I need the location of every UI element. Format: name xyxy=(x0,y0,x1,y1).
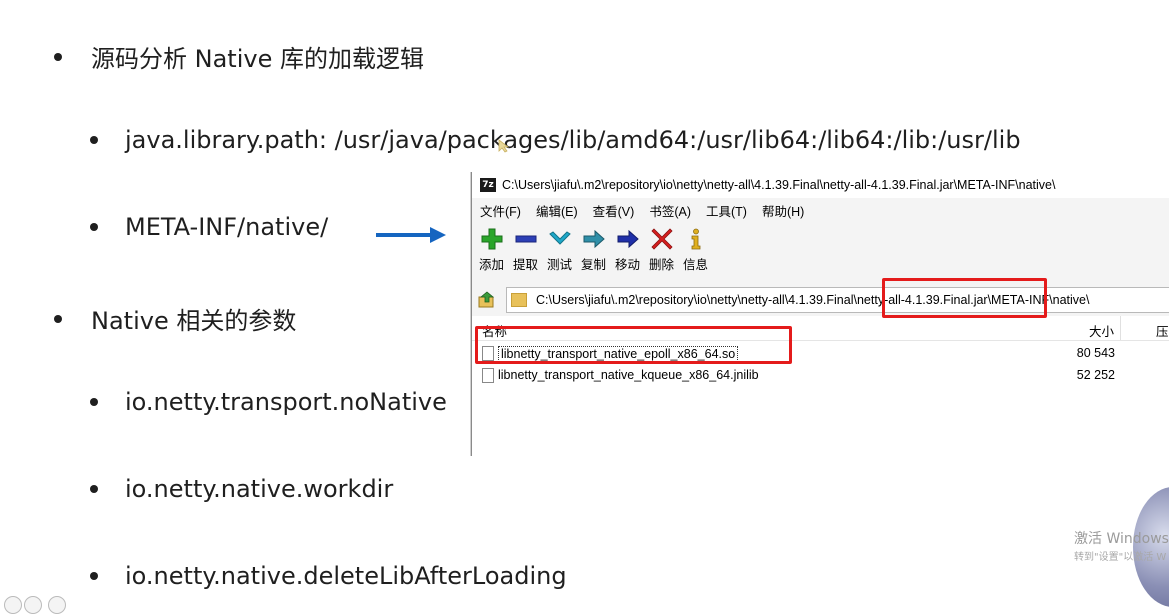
move-arrow-icon xyxy=(615,228,641,250)
bullet-workdir: io.netty.native.workdir xyxy=(90,475,393,503)
add-label: 添加 xyxy=(478,258,504,272)
pointer-arrow-icon xyxy=(376,227,446,243)
bullet-native-params: Native 相关的参数 xyxy=(54,301,296,336)
column-divider[interactable] xyxy=(1120,316,1121,340)
move-button[interactable]: 移动 xyxy=(612,228,643,284)
extract-button[interactable]: 提取 xyxy=(510,228,541,284)
slide-next-control[interactable] xyxy=(48,596,66,614)
delete-x-icon xyxy=(649,228,675,250)
highlight-epoll-file xyxy=(475,326,792,364)
bullet-dot xyxy=(90,136,98,144)
add-plus-icon xyxy=(479,228,505,250)
bullet-delete-lib: io.netty.native.deleteLibAfterLoading xyxy=(90,562,567,590)
address-field[interactable]: C:\Users\jiafu\.m2\repository\io\netty\n… xyxy=(506,287,1169,313)
file-row[interactable]: libnetty_transport_native_kqueue_x86_64.… xyxy=(472,365,1169,387)
slide-prev-control[interactable] xyxy=(4,596,22,614)
bullet-text: io.netty.native.workdir xyxy=(125,475,394,503)
file-icon xyxy=(482,368,494,383)
file-size: 80 543 xyxy=(1076,346,1115,360)
arrow-shaft xyxy=(376,233,432,237)
highlight-jar-path xyxy=(882,278,1047,318)
bullet-text: Native 相关的参数 xyxy=(91,307,297,335)
sevenzip-app-icon: 7z xyxy=(480,178,496,192)
address-row: C:\Users\jiafu\.m2\repository\io\netty\n… xyxy=(472,284,1169,316)
file-size: 52 252 xyxy=(1076,368,1115,382)
delete-label: 删除 xyxy=(648,258,674,272)
bullet-dot xyxy=(54,314,62,323)
extract-label: 提取 xyxy=(512,258,538,272)
info-button[interactable]: 信息 xyxy=(680,228,711,284)
menu-file[interactable]: 文件(F) xyxy=(480,201,521,220)
column-size[interactable]: 大小 xyxy=(1089,321,1114,340)
test-check-icon xyxy=(547,228,573,250)
menu-bookmarks[interactable]: 书签(A) xyxy=(649,201,691,220)
add-button[interactable]: 添加 xyxy=(476,228,507,284)
bullet-native-loading: 源码分析 Native 库的加载逻辑 xyxy=(54,39,424,74)
bullet-dot xyxy=(90,223,98,231)
window-titlebar[interactable]: 7z C:\Users\jiafu\.m2\repository\io\nett… xyxy=(472,172,1169,198)
copy-arrow-icon xyxy=(581,228,607,250)
up-folder-icon[interactable] xyxy=(478,291,496,309)
bullet-meta-inf-native: META-INF/native/ xyxy=(90,213,328,241)
activate-windows-watermark: 激活 Windows xyxy=(1074,531,1169,547)
menu-help[interactable]: 帮助(H) xyxy=(762,201,804,220)
window-title: C:\Users\jiafu\.m2\repository\io\netty\n… xyxy=(502,178,1056,192)
folder-icon xyxy=(511,293,527,307)
bullet-java-library-path: java.library.path: /usr/java/packages/li… xyxy=(90,126,1021,154)
menu-tools[interactable]: 工具(T) xyxy=(706,201,747,220)
test-button[interactable]: 测试 xyxy=(544,228,575,284)
bullet-dot xyxy=(90,398,98,406)
bullet-text: META-INF/native/ xyxy=(125,213,329,241)
info-icon xyxy=(683,228,709,250)
bullet-text: 源码分析 Native 库的加载逻辑 xyxy=(91,45,424,73)
text-cursor-icon xyxy=(498,139,509,153)
copy-label: 复制 xyxy=(580,258,606,272)
slide-menu-control[interactable] xyxy=(24,596,42,614)
bullet-dot xyxy=(54,52,62,61)
menu-edit[interactable]: 编辑(E) xyxy=(536,201,578,220)
column-packed[interactable]: 压 xyxy=(1156,321,1169,340)
delete-button[interactable]: 删除 xyxy=(646,228,677,284)
test-label: 测试 xyxy=(546,258,572,272)
extract-minus-icon xyxy=(513,228,539,250)
bullet-no-native: io.netty.transport.noNative xyxy=(90,388,447,416)
move-label: 移动 xyxy=(614,258,640,272)
menu-bar: 文件(F) 编辑(E) 查看(V) 书签(A) 工具(T) 帮助(H) xyxy=(472,198,1169,222)
file-name: libnetty_transport_native_kqueue_x86_64.… xyxy=(498,368,759,382)
activate-windows-hint: 转到"设置"以激活 W xyxy=(1074,552,1167,563)
arrow-head xyxy=(430,227,446,243)
bullet-text: io.netty.transport.noNative xyxy=(125,388,447,416)
bullet-text: java.library.path: /usr/java/packages/li… xyxy=(125,126,1021,154)
bullet-text: io.netty.native.deleteLibAfterLoading xyxy=(125,562,567,590)
bullet-dot xyxy=(90,485,98,493)
info-label: 信息 xyxy=(682,258,708,272)
toolbar: 添加 提取 测试 复制 移动 删除 信息 xyxy=(472,222,1169,284)
bullet-dot xyxy=(90,572,98,580)
menu-view[interactable]: 查看(V) xyxy=(593,201,635,220)
copy-button[interactable]: 复制 xyxy=(578,228,609,284)
sevenzip-window[interactable]: 7z C:\Users\jiafu\.m2\repository\io\nett… xyxy=(471,172,1169,456)
